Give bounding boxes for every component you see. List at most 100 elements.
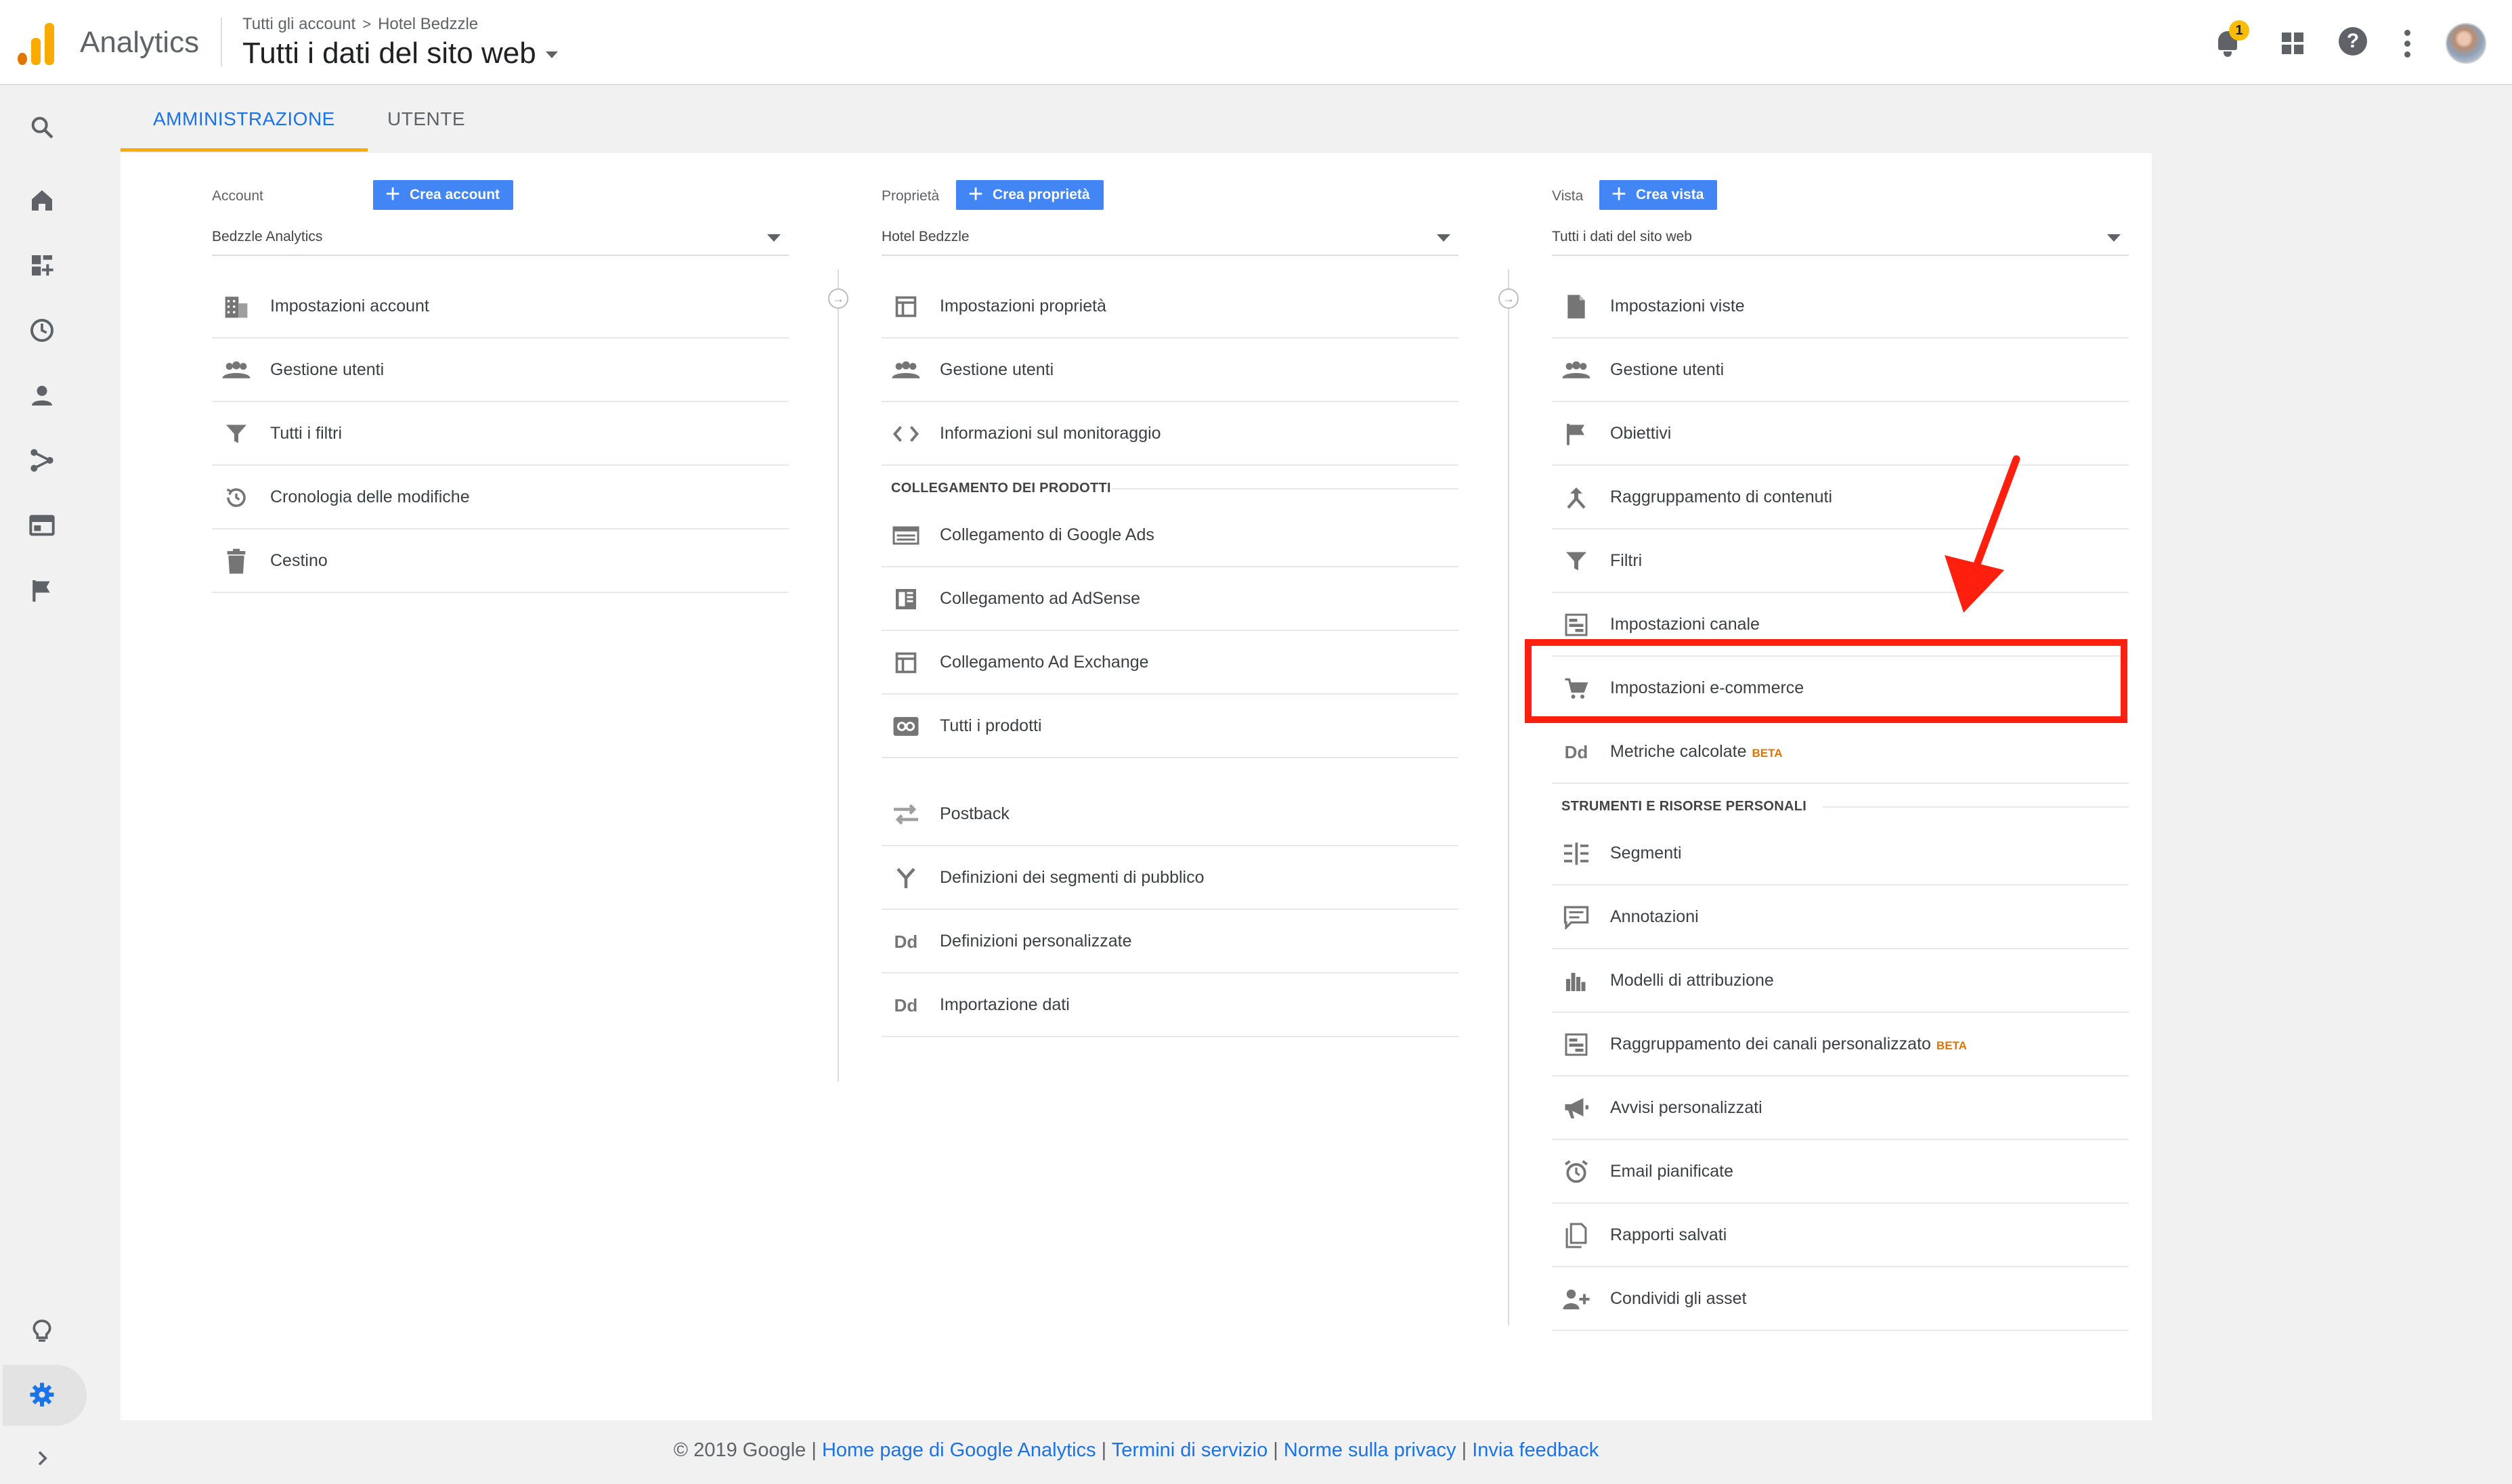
people-icon xyxy=(1561,357,1591,383)
more-options-button[interactable] xyxy=(2402,27,2413,60)
item-label: Gestione utenti xyxy=(270,360,385,379)
lightbulb-icon[interactable] xyxy=(27,1316,57,1346)
view-item-segments[interactable]: Segmenti xyxy=(1552,822,2129,886)
footer-link-terms[interactable]: Termini di servizio xyxy=(1112,1439,1268,1461)
property-item-custom-definitions[interactable]: Dd Definizioni personalizzate xyxy=(882,910,1458,974)
account-item-history[interactable]: Cronologia delle modifiche xyxy=(212,466,789,529)
view-item-custom-channel-grouping[interactable]: Raggruppamento dei canali personalizzato… xyxy=(1552,1013,2129,1076)
account-item-settings[interactable]: Impostazioni account xyxy=(212,275,789,339)
analytics-logo-icon[interactable] xyxy=(18,23,56,65)
behavior-icon[interactable] xyxy=(27,510,57,540)
tab-utente[interactable]: UTENTE xyxy=(355,95,498,152)
view-item-users[interactable]: Gestione utenti xyxy=(1552,339,2129,402)
view-item-attribution-models[interactable]: Modelli di attribuzione xyxy=(1552,949,2129,1013)
customization-icon[interactable] xyxy=(27,250,57,280)
footer-copyright: © 2019 Google | xyxy=(673,1439,817,1461)
ads-icon xyxy=(891,523,921,548)
property-item-all-products[interactable]: Tutti i prodotti xyxy=(882,695,1458,758)
property-item-tracking[interactable]: Informazioni sul monitoraggio xyxy=(882,402,1458,466)
column-divider xyxy=(838,269,839,1082)
notification-badge: 1 xyxy=(2229,20,2249,41)
footer-separator: | xyxy=(1461,1439,1467,1461)
item-label: Raggruppamento di contenuti xyxy=(1610,487,1833,506)
avatar[interactable] xyxy=(2446,23,2486,64)
item-label: Tutti i filtri xyxy=(270,424,343,443)
breadcrumb-account[interactable]: Tutti gli account xyxy=(242,15,355,34)
item-label: Definizioni dei segmenti di pubblico xyxy=(940,868,1205,887)
create-property-button[interactable]: + Crea proprietà xyxy=(956,180,1104,210)
property-item-audience-definitions[interactable]: Definizioni dei segmenti di pubblico xyxy=(882,846,1458,910)
item-label: Impostazioni proprietà xyxy=(940,297,1106,315)
footer-link-privacy[interactable]: Norme sulla privacy xyxy=(1284,1439,1456,1461)
gear-icon[interactable] xyxy=(27,1380,57,1410)
expand-chevron-icon[interactable] xyxy=(27,1443,57,1473)
code-icon xyxy=(891,421,921,447)
person-add-icon xyxy=(1561,1286,1591,1312)
view-item-custom-alerts[interactable]: Avvisi personalizzati xyxy=(1552,1076,2129,1140)
breadcrumb-property[interactable]: Hotel Bedzzle xyxy=(378,15,478,34)
account-selector[interactable]: Bedzzle Analytics xyxy=(212,223,789,256)
footer-link-home[interactable]: Home page di Google Analytics xyxy=(822,1439,1096,1461)
plus-icon: + xyxy=(968,180,984,209)
property-item-data-import[interactable]: Dd Importazione dati xyxy=(882,974,1458,1037)
dropdown-arrow-icon xyxy=(2107,234,2121,242)
account-column-header: Account + Crea account xyxy=(212,180,800,213)
help-button[interactable]: ? xyxy=(2339,27,2368,60)
view-column-header: Vista + Crea vista xyxy=(1552,180,2140,213)
search-icon[interactable] xyxy=(27,112,57,142)
account-item-filters[interactable]: Tutti i filtri xyxy=(212,402,789,466)
item-label: Impostazioni canale xyxy=(1610,615,1760,634)
building-icon xyxy=(221,294,251,320)
view-selector[interactable]: Tutti i dati del sito web xyxy=(242,37,558,70)
item-label: Obiettivi xyxy=(1610,424,1672,443)
dd-icon: Dd xyxy=(894,995,918,1016)
account-item-trash[interactable]: Cestino xyxy=(212,529,789,593)
flag-icon xyxy=(1561,421,1591,447)
view-selector[interactable]: Tutti i dati del sito web xyxy=(1552,223,2129,256)
account-column: Account + Crea account Bedzzle Analytics … xyxy=(212,180,800,593)
item-label: Raggruppamento dei canali personalizzato xyxy=(1610,1034,1931,1053)
view-item-annotations[interactable]: Annotazioni xyxy=(1552,886,2129,949)
account-selected: Bedzzle Analytics xyxy=(212,229,323,244)
window-icon xyxy=(891,650,921,676)
property-item-settings[interactable]: Impostazioni proprietà xyxy=(882,275,1458,339)
apps-grid-button[interactable] xyxy=(2279,27,2306,60)
create-view-button[interactable]: + Crea vista xyxy=(1599,180,1718,210)
create-account-button[interactable]: + Crea account xyxy=(373,180,514,210)
property-item-adsense[interactable]: Collegamento ad AdSense xyxy=(882,567,1458,631)
property-item-users[interactable]: Gestione utenti xyxy=(882,339,1458,402)
view-item-content-grouping[interactable]: Raggruppamento di contenuti xyxy=(1552,466,2129,529)
view-item-calculated-metrics[interactable]: Dd Metriche calcolate BETA xyxy=(1552,720,2129,784)
realtime-clock-icon[interactable] xyxy=(27,315,57,345)
people-icon xyxy=(891,357,921,383)
item-label: Cestino xyxy=(270,551,328,570)
acquisition-icon[interactable] xyxy=(27,445,57,475)
view-item-filters[interactable]: Filtri xyxy=(1552,529,2129,593)
arrow-right-icon: → xyxy=(828,288,848,309)
footer-link-feedback[interactable]: Invia feedback xyxy=(1472,1439,1599,1461)
plus-icon: + xyxy=(385,180,401,209)
breadcrumb-separator: > xyxy=(362,16,372,32)
history-icon xyxy=(221,485,251,510)
fork-icon xyxy=(891,865,921,891)
tab-amministrazione[interactable]: AMMINISTRAZIONE xyxy=(121,95,368,152)
item-label: Gestione utenti xyxy=(940,360,1054,379)
view-item-settings[interactable]: Impostazioni viste xyxy=(1552,275,2129,339)
app-name: Analytics xyxy=(80,26,200,59)
view-item-scheduled-emails[interactable]: Email pianificate xyxy=(1552,1140,2129,1204)
property-item-ad-exchange[interactable]: Collegamento Ad Exchange xyxy=(882,631,1458,695)
audience-person-icon[interactable] xyxy=(27,380,57,410)
property-item-google-ads[interactable]: Collegamento di Google Ads xyxy=(882,504,1458,567)
item-label: Definizioni personalizzate xyxy=(940,932,1132,951)
home-icon[interactable] xyxy=(27,186,57,215)
account-item-users[interactable]: Gestione utenti xyxy=(212,339,789,402)
property-selector[interactable]: Hotel Bedzzle xyxy=(882,223,1458,256)
beta-badge: BETA xyxy=(1936,1039,1967,1052)
conversions-flag-icon[interactable] xyxy=(27,575,57,605)
notifications-button[interactable]: 1 xyxy=(2213,20,2249,60)
property-item-postback[interactable]: Postback xyxy=(882,783,1458,846)
view-item-goals[interactable]: Obiettivi xyxy=(1552,402,2129,466)
breadcrumb: Tutti gli account > Hotel Bedzzle xyxy=(242,15,478,34)
view-item-share-assets[interactable]: Condividi gli asset xyxy=(1552,1267,2129,1331)
view-item-saved-reports[interactable]: Rapporti salvati xyxy=(1552,1204,2129,1267)
